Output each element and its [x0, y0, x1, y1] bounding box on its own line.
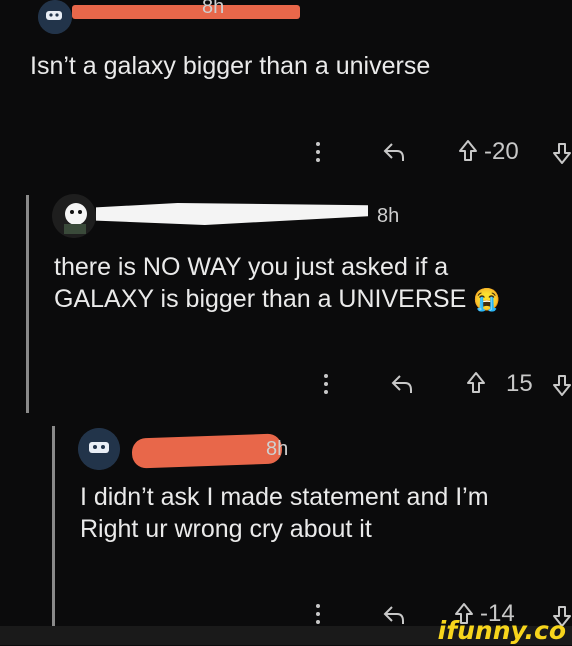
comment-text-segment: GALAXY is bigger than a UNIVERSE	[54, 285, 467, 313]
avatar-icon	[38, 0, 72, 34]
avatar[interactable]	[38, 0, 72, 34]
thread-line	[26, 195, 29, 413]
more-vertical-icon[interactable]	[322, 372, 330, 396]
avatar[interactable]	[52, 194, 96, 238]
downvote-icon[interactable]	[552, 141, 572, 165]
more-vertical-icon[interactable]	[314, 602, 322, 626]
vote-score: -20	[484, 138, 519, 165]
downvote-icon[interactable]	[552, 373, 572, 397]
upvote-icon[interactable]	[466, 371, 486, 395]
ifunny-watermark: ifunny.co	[437, 616, 566, 645]
more-vertical-icon[interactable]	[314, 140, 322, 164]
comment-text-line: GALAXY is bigger than a UNIVERSE 😭	[54, 283, 501, 316]
username-redaction	[72, 5, 300, 19]
avatar[interactable]	[78, 428, 120, 470]
upvote-icon[interactable]	[458, 139, 478, 163]
comment-actions: 15	[322, 368, 572, 400]
comment-text: I didn’t ask I made statement and I’m Ri…	[80, 481, 489, 545]
comment-text-line: there is NO WAY you just asked if a	[54, 253, 449, 281]
avatar-icon	[78, 428, 120, 470]
comment-text-line: I didn’t ask I made statement and I’m	[80, 483, 489, 511]
username-redaction	[96, 203, 368, 225]
vote-score: 15	[506, 370, 533, 397]
comment-timestamp: 8h	[377, 205, 400, 227]
avatar-icon	[52, 194, 96, 238]
username-redaction	[131, 433, 283, 469]
thread-line	[52, 426, 55, 626]
comment-timestamp: 8h	[266, 438, 289, 460]
comment-text-line: Right ur wrong cry about it	[80, 515, 372, 543]
reply-arrow-icon[interactable]	[382, 604, 406, 626]
reply-arrow-icon[interactable]	[382, 141, 406, 163]
comment-text: Isn’t a galaxy bigger than a universe	[30, 52, 431, 80]
comment-actions: -20	[314, 136, 572, 168]
comment-timestamp: 8h	[202, 0, 225, 16]
reply-arrow-icon[interactable]	[390, 373, 414, 395]
crying-emoji: 😭	[473, 287, 501, 312]
comment-text: there is NO WAY you just asked if a GALA…	[54, 251, 501, 316]
